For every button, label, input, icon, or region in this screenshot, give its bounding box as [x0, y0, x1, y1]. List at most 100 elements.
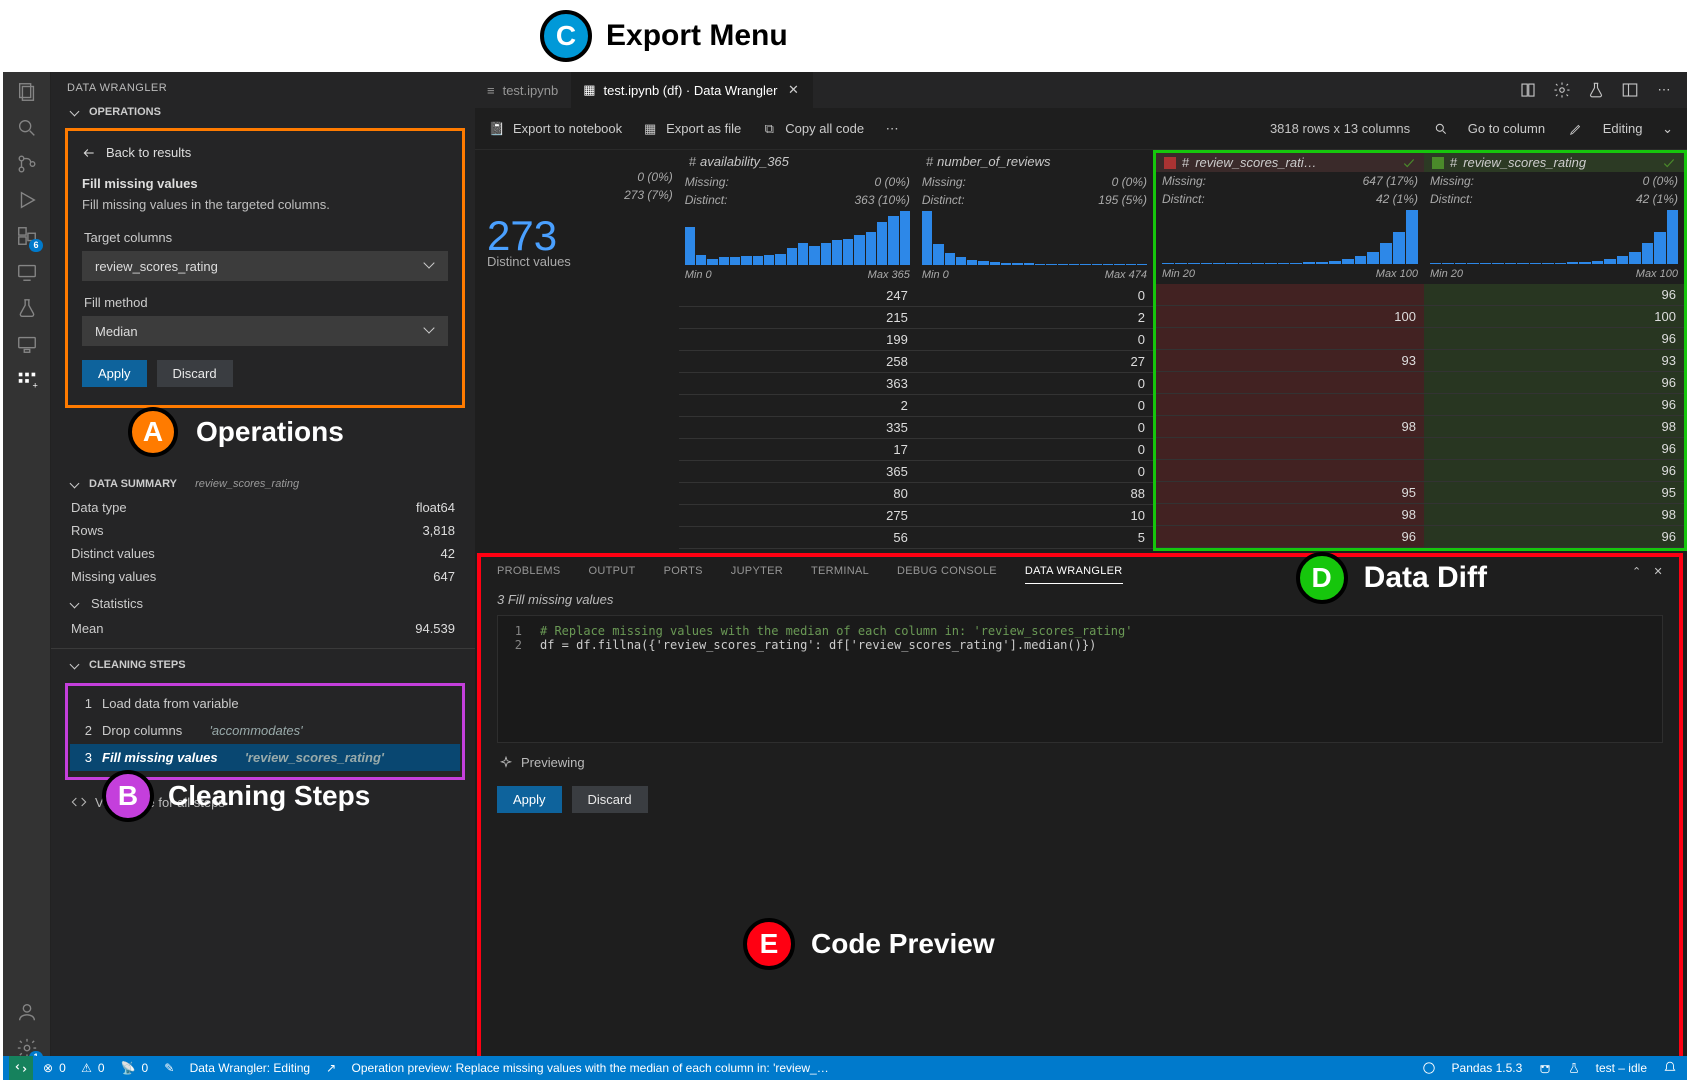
data-cell[interactable]: 96: [1424, 284, 1684, 306]
status-pandas[interactable]: Pandas 1.5.3: [1452, 1061, 1523, 1075]
data-cell[interactable]: [1156, 284, 1424, 306]
data-cell[interactable]: 0: [916, 439, 1153, 461]
data-cell[interactable]: 335: [679, 417, 916, 439]
export-as-file-button[interactable]: ▦Export as file: [642, 121, 741, 137]
activity-search-icon[interactable]: [13, 114, 41, 142]
activity-extensions-icon[interactable]: 6: [13, 222, 41, 250]
data-cell[interactable]: [1156, 328, 1424, 350]
data-cell[interactable]: 27: [916, 351, 1153, 373]
activity-beaker-icon[interactable]: [13, 294, 41, 322]
data-cell[interactable]: [1156, 372, 1424, 394]
panel-tab-data-wrangler[interactable]: DATA WRANGLER: [1025, 565, 1123, 584]
cleaning-step-1[interactable]: 1Load data from variable: [70, 690, 460, 717]
more-icon[interactable]: ⋯: [1653, 79, 1675, 101]
status-copilot[interactable]: [1538, 1061, 1552, 1075]
tab-notebook[interactable]: ≡ test.ipynb: [475, 72, 571, 108]
column-rating-before[interactable]: #review_scores_rati… Missing:647 (17%) D…: [1156, 153, 1424, 548]
panel-tab-problems[interactable]: PROBLEMS: [497, 565, 561, 584]
data-cell[interactable]: [1156, 460, 1424, 482]
cleaning-step-3[interactable]: 3Fill missing values 'review_scores_rati…: [70, 744, 460, 771]
data-cell[interactable]: 96: [1424, 372, 1684, 394]
activity-scm-icon[interactable]: [13, 150, 41, 178]
activity-run-icon[interactable]: [13, 186, 41, 214]
data-cell[interactable]: 2: [679, 395, 916, 417]
cleaning-header[interactable]: CLEANING STEPS: [51, 655, 475, 675]
chevron-up-icon[interactable]: ⌃: [1632, 565, 1642, 584]
activity-account-icon[interactable]: [13, 998, 41, 1026]
panel-apply-button[interactable]: Apply: [497, 786, 562, 813]
panel-tab-debug-console[interactable]: DEBUG CONSOLE: [897, 565, 997, 584]
copy-all-code-button[interactable]: ⧉Copy all code: [761, 121, 864, 137]
data-cell[interactable]: 98: [1156, 504, 1424, 526]
go-to-column-button[interactable]: Go to column: [1434, 121, 1545, 136]
layout-icon[interactable]: [1619, 79, 1641, 101]
data-cell[interactable]: 80: [679, 483, 916, 505]
activity-explorer-icon[interactable]: [13, 78, 41, 106]
back-to-results-button[interactable]: Back to results: [82, 139, 448, 176]
close-icon[interactable]: ✕: [785, 82, 801, 98]
status-notifications[interactable]: [1663, 1061, 1677, 1075]
beaker-icon[interactable]: [1585, 79, 1607, 101]
data-cell[interactable]: 0: [916, 461, 1153, 483]
close-icon[interactable]: ✕: [1653, 565, 1663, 584]
data-cell[interactable]: 93: [1156, 350, 1424, 372]
status-feedback[interactable]: [1422, 1061, 1436, 1075]
data-cell[interactable]: 96: [1424, 328, 1684, 350]
data-cell[interactable]: 96: [1424, 394, 1684, 416]
data-cell[interactable]: 95: [1424, 482, 1684, 504]
discard-button[interactable]: Discard: [157, 360, 233, 387]
activity-remote2-icon[interactable]: [13, 330, 41, 358]
data-cell[interactable]: 56: [679, 527, 916, 549]
data-cell[interactable]: 0: [916, 417, 1153, 439]
data-cell[interactable]: 98: [1424, 416, 1684, 438]
remote-indicator[interactable]: [9, 1056, 33, 1080]
data-cell[interactable]: 98: [1424, 504, 1684, 526]
data-cell[interactable]: 258: [679, 351, 916, 373]
data-cell[interactable]: 0: [916, 329, 1153, 351]
code-preview[interactable]: 1# Replace missing values with the media…: [497, 615, 1663, 743]
status-preview[interactable]: ↗ Operation preview: Replace missing val…: [326, 1061, 829, 1075]
panel-tab-output[interactable]: OUTPUT: [589, 565, 636, 584]
gear-icon[interactable]: [1551, 79, 1573, 101]
column-availability[interactable]: #availability_365 Missing:0 (0%) Distinc…: [679, 150, 916, 551]
data-cell[interactable]: 363: [679, 373, 916, 395]
data-cell[interactable]: 96: [1424, 438, 1684, 460]
data-cell[interactable]: 215: [679, 307, 916, 329]
data-cell[interactable]: 5: [916, 527, 1153, 549]
data-cell[interactable]: 98: [1156, 416, 1424, 438]
tab-data-wrangler[interactable]: ▦ test.ipynb (df) · Data Wrangler ✕: [571, 72, 814, 108]
apply-button[interactable]: Apply: [82, 360, 147, 387]
data-cell[interactable]: 96: [1424, 460, 1684, 482]
statistics-header[interactable]: Statistics: [51, 590, 475, 615]
panel-tab-terminal[interactable]: TERMINAL: [811, 565, 869, 584]
data-cell[interactable]: [1156, 438, 1424, 460]
data-cell[interactable]: 0: [916, 285, 1153, 307]
toolbar-more-button[interactable]: ⋯: [884, 121, 900, 137]
status-ports[interactable]: 📡0: [121, 1061, 149, 1075]
cleaning-step-2[interactable]: 2Drop columns 'accommodates': [70, 717, 460, 744]
book-icon[interactable]: [1517, 79, 1539, 101]
data-cell[interactable]: 247: [679, 285, 916, 307]
data-cell[interactable]: 100: [1424, 306, 1684, 328]
panel-tab-jupyter[interactable]: JUPYTER: [731, 565, 783, 584]
fill-method-select[interactable]: Median: [82, 316, 448, 346]
export-to-notebook-button[interactable]: 📓Export to notebook: [489, 121, 622, 137]
panel-discard-button[interactable]: Discard: [572, 786, 648, 813]
data-cell[interactable]: 96: [1156, 526, 1424, 548]
data-cell[interactable]: [1156, 394, 1424, 416]
data-cell[interactable]: 365: [679, 461, 916, 483]
status-errors[interactable]: ⊗0 ⚠0: [43, 1061, 105, 1075]
activity-remote-icon[interactable]: [13, 258, 41, 286]
column-reviews[interactable]: #number_of_reviews Missing:0 (0%) Distin…: [916, 150, 1153, 551]
data-cell[interactable]: 88: [916, 483, 1153, 505]
column-rating-after[interactable]: #review_scores_rating Missing:0 (0%) Dis…: [1424, 153, 1684, 548]
data-cell[interactable]: 0: [916, 373, 1153, 395]
data-cell[interactable]: 2: [916, 307, 1153, 329]
panel-tab-ports[interactable]: PORTS: [664, 565, 703, 584]
activity-data-wrangler-icon[interactable]: +: [13, 366, 41, 394]
data-cell[interactable]: 275: [679, 505, 916, 527]
status-kernel[interactable]: test – idle: [1568, 1061, 1647, 1075]
target-columns-select[interactable]: review_scores_rating: [82, 251, 448, 281]
data-cell[interactable]: 95: [1156, 482, 1424, 504]
data-cell[interactable]: 17: [679, 439, 916, 461]
